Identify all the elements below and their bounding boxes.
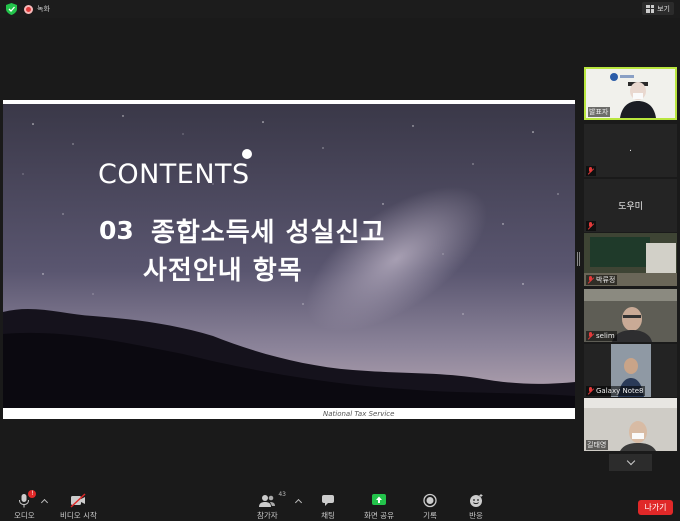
- chevron-down-icon: [626, 456, 635, 466]
- participants-options-caret-icon[interactable]: [294, 498, 303, 507]
- reactions-button[interactable]: 반응: [467, 493, 485, 521]
- participant-tile[interactable]: 박류정: [584, 233, 677, 286]
- smiley-icon: [467, 493, 485, 508]
- participant-name-badge: [586, 221, 596, 231]
- recording-indicator[interactable]: 녹화: [24, 2, 50, 16]
- start-video-label: 비디오 시작: [60, 511, 97, 520]
- participant-tile[interactable]: selim: [584, 289, 677, 342]
- slide-footer: National Tax Service: [323, 410, 395, 418]
- more-participants-button[interactable]: [609, 454, 652, 471]
- participant-name: selim: [596, 332, 615, 340]
- mic-muted-icon: [587, 276, 594, 284]
- participants-icon: 43: [258, 491, 286, 508]
- audio-button[interactable]: ! 오디오: [14, 490, 37, 521]
- recording-label: 녹화: [37, 5, 50, 13]
- mic-muted-icon: [587, 387, 594, 395]
- mic-muted-icon: [587, 222, 594, 230]
- view-label: 보기: [657, 4, 670, 13]
- participant-name-badge: [586, 166, 596, 176]
- slide-title-line1: 종합소득세 성실신고: [151, 218, 386, 248]
- participant-name: 발표자: [589, 108, 609, 116]
- participant-tile[interactable]: 도우미: [584, 179, 677, 232]
- audio-warning-badge: !: [28, 490, 37, 498]
- shield-icon[interactable]: [6, 3, 17, 15]
- microphone-icon: !: [15, 490, 37, 508]
- participant-name: 도우미: [618, 202, 643, 212]
- participant-name: 박류정: [596, 276, 616, 284]
- slide-title-line2: 사전안내 항목: [143, 256, 303, 286]
- share-screen-label: 화면 공유: [364, 511, 394, 520]
- audio-options-caret-icon[interactable]: [40, 498, 49, 507]
- participant-tile[interactable]: .: [584, 124, 677, 177]
- panel-resize-handle[interactable]: [577, 252, 580, 266]
- slide-number: 03: [99, 216, 134, 245]
- participant-tile[interactable]: Galaxy Note8: [584, 344, 677, 397]
- grid-icon: [646, 4, 655, 13]
- share-screen-icon: [370, 493, 388, 508]
- participants-button[interactable]: 43 참가자: [257, 491, 286, 521]
- participant-name: 길태영: [587, 441, 607, 449]
- chat-label: 채팅: [321, 511, 335, 520]
- participant-name-badge: 발표자: [588, 107, 611, 117]
- participants-count: 43: [278, 491, 286, 498]
- record-dot-icon: [24, 4, 33, 14]
- participant-name-badge: 박류정: [586, 275, 618, 285]
- top-bar: 녹화 보기: [0, 0, 680, 18]
- meeting-toolbar: ! 오디오 비디오 시작 43 참가자 채팅 화면 공유 기록 반응: [0, 488, 680, 521]
- leave-meeting-button[interactable]: 나가기: [638, 500, 673, 515]
- speech-dot-icon: [242, 149, 252, 159]
- participant-tile[interactable]: 발표자: [584, 67, 677, 120]
- video-off-icon: [69, 493, 87, 508]
- mic-muted-icon: [587, 167, 594, 175]
- view-button[interactable]: 보기: [642, 2, 674, 15]
- record-icon: [421, 493, 439, 508]
- participant-name-badge: 길태영: [586, 440, 609, 450]
- reactions-label: 반응: [469, 511, 483, 520]
- presentation-slide: CONTENTS 03 종합소득세 성실신고 사전안내 항목: [3, 104, 575, 408]
- participants-label: 참가자: [257, 511, 278, 520]
- participant-name-badge: selim: [586, 331, 617, 341]
- chat-icon: [319, 493, 337, 508]
- participant-name-badge: Galaxy Note8: [586, 386, 646, 396]
- mic-muted-icon: [587, 332, 594, 340]
- record-label: 기록: [423, 511, 437, 520]
- audio-label: 오디오: [14, 511, 35, 520]
- participant-name: Galaxy Note8: [596, 387, 644, 395]
- participant-name: .: [629, 144, 632, 154]
- chat-button[interactable]: 채팅: [319, 493, 337, 521]
- record-button[interactable]: 기록: [421, 493, 439, 521]
- start-video-button[interactable]: 비디오 시작: [60, 493, 97, 521]
- slide-heading: CONTENTS: [98, 159, 250, 190]
- shared-screen: CONTENTS 03 종합소득세 성실신고 사전안내 항목 National …: [3, 100, 575, 419]
- participant-tile[interactable]: 길태영: [584, 398, 677, 451]
- share-screen-button[interactable]: 화면 공유: [364, 493, 394, 521]
